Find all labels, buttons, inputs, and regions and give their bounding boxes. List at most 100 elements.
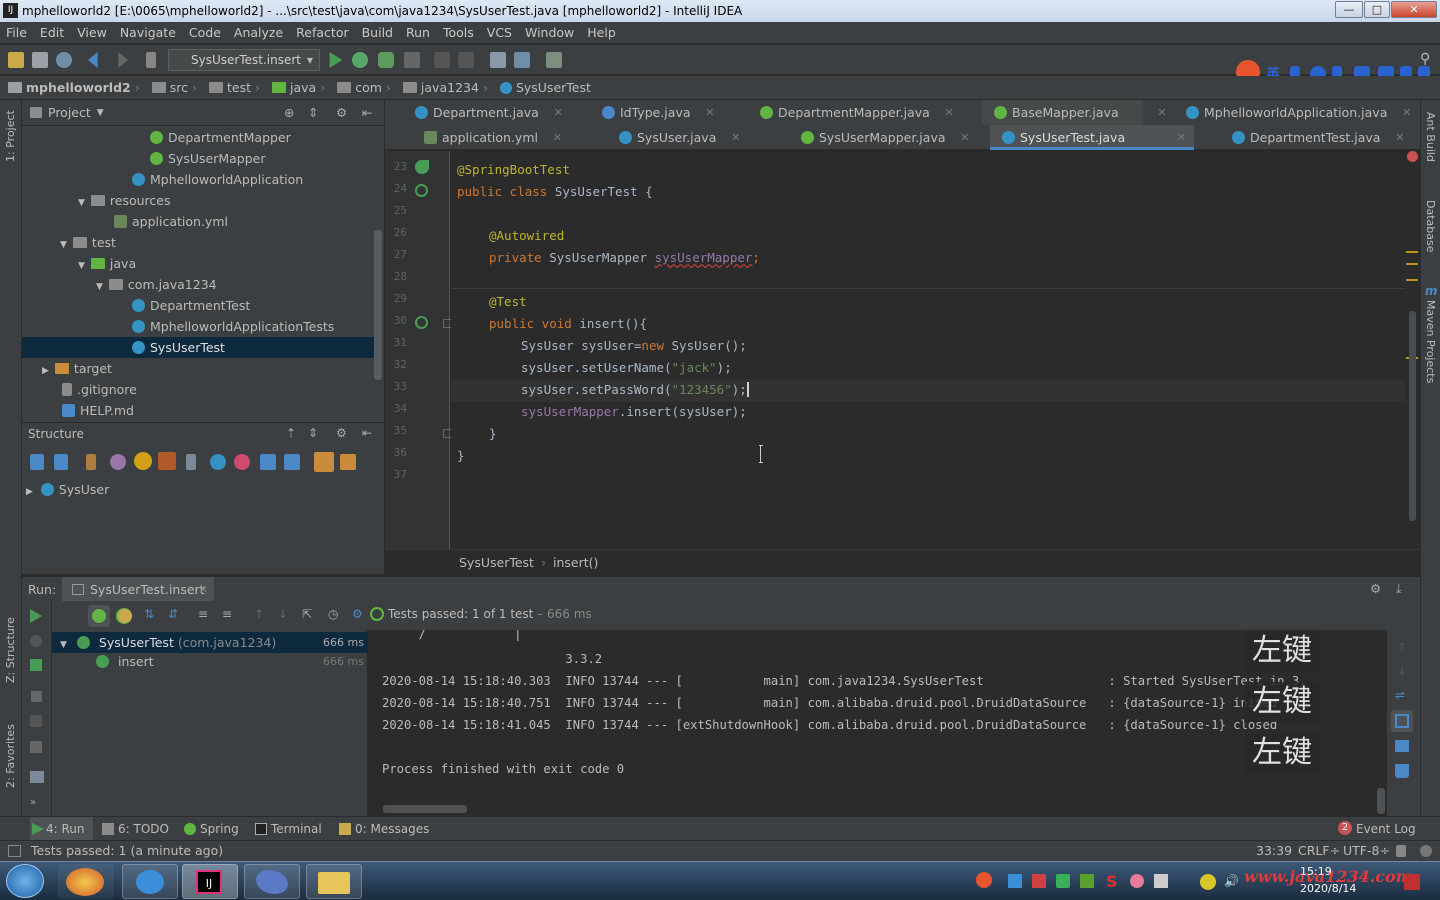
toggle-autotest-icon[interactable]	[30, 659, 42, 671]
save-all-icon[interactable]	[32, 52, 48, 68]
project-tool-tab[interactable]: 1: Project	[4, 110, 17, 162]
tree-item-departmentmapper[interactable]: DepartmentMapper	[150, 127, 291, 148]
hide-icon[interactable]: ⇤	[362, 105, 372, 120]
print-icon[interactable]	[1395, 740, 1409, 752]
stop-icon[interactable]	[404, 52, 420, 68]
tray-s-icon[interactable]: S	[1106, 872, 1118, 891]
history-icon[interactable]: ◷	[328, 607, 338, 621]
clock-date[interactable]: 2020/8/14	[1300, 882, 1356, 895]
project-panel-title[interactable]: Project	[48, 105, 91, 120]
sort-visibility-icon[interactable]	[54, 454, 68, 470]
layout-icon[interactable]	[30, 771, 44, 783]
exit-icon[interactable]	[30, 741, 42, 753]
menu-file[interactable]: File	[0, 25, 34, 40]
run-icon[interactable]	[329, 52, 343, 68]
favorites-tool-tab[interactable]: 2: Favorites	[4, 724, 17, 788]
hide-icon[interactable]: ⤓	[1396, 581, 1402, 597]
tree-item-resources[interactable]: ▼ resources	[78, 190, 171, 211]
menu-help[interactable]: Help	[581, 25, 623, 40]
soft-wrap-icon[interactable]: ⇌	[1395, 688, 1405, 702]
tree-item-target[interactable]: ▶ target	[42, 358, 112, 379]
tray-plus-icon[interactable]	[1200, 874, 1216, 890]
tree-item-sysusermapper[interactable]: SysUserMapper	[150, 148, 265, 169]
show-anonymous-icon[interactable]	[210, 454, 226, 470]
warning-marker[interactable]	[1406, 263, 1418, 265]
expand-icon[interactable]: ⇡	[286, 426, 296, 440]
tree-item-gitignore[interactable]: .gitignore	[62, 379, 137, 400]
breadcrumb-com[interactable]: com ›	[329, 80, 391, 95]
project-structure-icon[interactable]	[514, 52, 530, 68]
rerun-icon[interactable]	[30, 609, 42, 623]
sort-alpha-icon[interactable]: ⇅	[144, 607, 154, 621]
minimize-button[interactable]: —	[1335, 1, 1363, 18]
warning-marker[interactable]	[1406, 251, 1418, 253]
console-output[interactable]: / | 3.3.2 2020-08-14 15:18:40.303 INFO 1…	[369, 630, 1387, 816]
tree-item-mphelloworldapplicationtests[interactable]: MphelloworldApplicationTests	[132, 316, 334, 337]
hide-icon[interactable]: ⇤	[362, 426, 372, 440]
caret-position[interactable]: 33:39	[1256, 843, 1292, 858]
menu-view[interactable]: View	[71, 25, 114, 40]
search-everywhere-icon[interactable]: ⚲	[1420, 51, 1430, 67]
forward-icon[interactable]	[118, 52, 128, 68]
gear-icon[interactable]: ⚙	[352, 607, 363, 621]
tab-sysusermapper-java[interactable]: SysUserMapper.java ✕	[789, 125, 970, 150]
run-config-select[interactable]: SysUserTest.insert ▾	[168, 49, 320, 71]
tree-item-help-md[interactable]: HELP.md	[62, 400, 134, 421]
tab-sysusertest-java[interactable]: SysUserTest.java ✕	[990, 125, 1194, 150]
tab-idtype-java[interactable]: IdType.java ✕	[590, 100, 715, 125]
tab-application-yml[interactable]: application.yml ✕	[412, 125, 562, 150]
tree-item-java[interactable]: ▼ java	[78, 253, 136, 274]
menu-tools[interactable]: Tools	[437, 25, 481, 40]
code-editor[interactable]: @SpringBootTest public class SysUserTest…	[451, 151, 1406, 549]
action-center-icon[interactable]	[1404, 874, 1420, 890]
tool-tab-run[interactable]: 4: Run	[30, 817, 93, 841]
menu-edit[interactable]: Edit	[34, 25, 71, 40]
menu-navigate[interactable]: Navigate	[114, 25, 183, 40]
show-fields-icon[interactable]	[134, 452, 152, 470]
tree-item-test[interactable]: ▼ test	[60, 232, 116, 253]
export-icon[interactable]: ⇱	[302, 607, 312, 621]
run-tab[interactable]: SysUserTest.insert ✕	[62, 577, 214, 602]
autoscroll-from-source-icon[interactable]	[340, 454, 356, 470]
tree-item-application-yml[interactable]: application.yml	[114, 211, 228, 232]
breadcrumb-src[interactable]: src ›	[144, 80, 197, 95]
project-scrollbar[interactable]	[374, 230, 382, 380]
gear-icon[interactable]: ⚙	[336, 105, 347, 120]
expand-all-icon[interactable]: ≡	[198, 607, 208, 621]
run-test-method-icon[interactable]	[415, 316, 428, 329]
locate-icon[interactable]: ⊕	[284, 105, 294, 120]
tool-windows-icon[interactable]	[8, 845, 21, 857]
console-vscroll-thumb[interactable]	[1377, 788, 1385, 814]
expand-all-icon[interactable]	[260, 454, 276, 470]
autoscroll-to-source-icon[interactable]	[314, 452, 334, 472]
menu-vcs[interactable]: VCS	[481, 25, 519, 40]
settings-icon[interactable]	[490, 52, 506, 68]
menu-analyze[interactable]: Analyze	[228, 25, 290, 40]
show-ignored-icon[interactable]	[118, 609, 132, 623]
show-nonpublic-icon[interactable]	[158, 452, 176, 470]
rerun-failed-icon[interactable]	[30, 635, 42, 647]
tab-departmenttest-java[interactable]: DepartmentTest.java ✕	[1220, 125, 1404, 150]
sort-duration-icon[interactable]: ⇵	[168, 607, 178, 621]
sort-alpha-icon[interactable]	[30, 454, 44, 470]
show-properties-icon[interactable]	[110, 454, 126, 470]
spring-bean-icon[interactable]	[415, 160, 429, 174]
error-indicator-icon[interactable]	[1407, 151, 1418, 162]
attach-icon[interactable]	[458, 52, 474, 68]
trash-icon[interactable]	[1395, 764, 1409, 778]
debug-icon[interactable]	[352, 52, 368, 68]
tray-shield-icon[interactable]	[1056, 874, 1070, 888]
tab-departmentmapper-java[interactable]: DepartmentMapper.java ✕	[748, 100, 954, 125]
gear-icon[interactable]: ⚙	[336, 426, 347, 440]
menu-window[interactable]: Window	[519, 25, 581, 40]
tree-item-mphelloworldapplication[interactable]: MphelloworldApplication	[132, 169, 303, 190]
tab-mphelloworldapplication-java[interactable]: MphelloworldApplication.java ✕	[1174, 100, 1411, 125]
up-icon[interactable]: ↑	[1397, 640, 1407, 654]
tray-box-icon[interactable]	[1008, 874, 1022, 888]
test-node-sysusertest[interactable]: ▼ SysUserTest (com.java1234) 666 ms	[60, 632, 366, 653]
show-annotations-icon[interactable]	[234, 454, 250, 470]
down-icon[interactable]: ↓	[1397, 664, 1407, 678]
breadcrumb-test[interactable]: test ›	[201, 80, 260, 95]
editor-scroll-thumb[interactable]	[1409, 311, 1416, 521]
pin-icon[interactable]	[30, 715, 42, 727]
